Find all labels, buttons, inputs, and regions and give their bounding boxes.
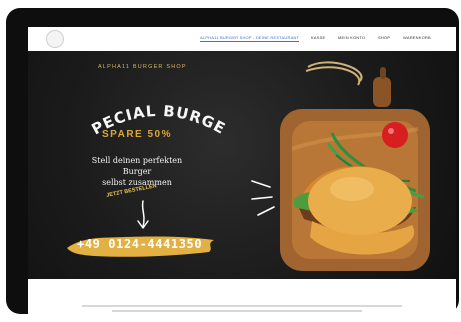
footer-divider-secondary [112, 310, 362, 312]
tagline: Stell deinen perfekten Burger selbst zus… [77, 155, 197, 188]
shop-title: ALPHA11 BURGER SHOP [98, 64, 187, 70]
brand-logo[interactable] [46, 30, 64, 48]
nav-home-link[interactable]: ALPHA11 BURGER SHOP - DEINE RESTAURANT [200, 35, 300, 42]
footer-divider [82, 305, 402, 307]
nav-checkout-link[interactable]: KASSE [311, 35, 325, 40]
tagline-line-1: Stell deinen perfekten Burger [91, 156, 183, 176]
hand-drawn-arrow-icon [137, 200, 149, 229]
nav-account-link[interactable]: MEIN KONTO [338, 35, 365, 40]
hero-banner: ALPHA11 BURGER SHOP SPECIAL BURGER SPARE… [28, 51, 456, 279]
discount-badge: SPARE 50% [102, 129, 173, 140]
nav-shop-link[interactable]: SHOP [378, 35, 390, 40]
page-footer [28, 279, 456, 322]
tablet-frame: ALPHA11 BURGER SHOP - DEINE RESTAURANT K… [6, 8, 459, 322]
phone-number[interactable]: +49 0124-4441350 [77, 237, 202, 251]
burger-photo [251, 61, 430, 271]
browser-screen: ALPHA11 BURGER SHOP - DEINE RESTAURANT K… [28, 27, 456, 322]
top-navigation: ALPHA11 BURGER SHOP - DEINE RESTAURANT K… [28, 27, 456, 49]
nav-cart-link[interactable]: WARENKORB [403, 35, 431, 40]
